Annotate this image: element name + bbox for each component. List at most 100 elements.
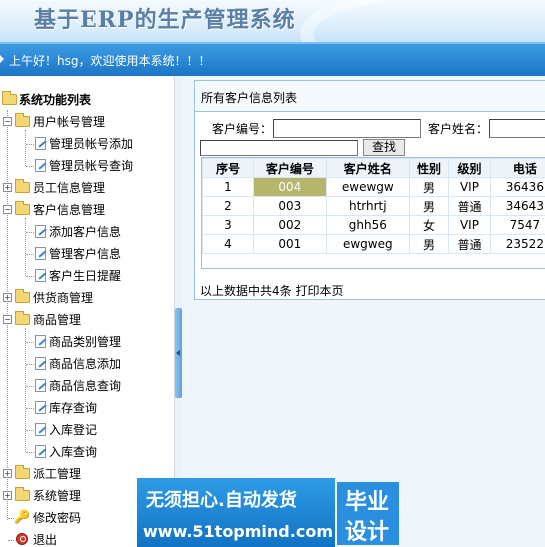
sidebar-item-label: 修改密码 [33, 511, 82, 525]
folder-closed-icon [15, 465, 30, 479]
cell: 普通 [448, 196, 491, 216]
expand-icon: + [3, 183, 12, 192]
page-icon [35, 423, 46, 436]
collapse-icon: − [3, 117, 12, 126]
cell: 36436 [489, 177, 545, 197]
customer-no-input[interactable] [273, 119, 421, 138]
search-form: 客户编号： 客户姓名： 查找 [195, 112, 545, 156]
app-title: 基于ERP的生产管理系统 [34, 7, 296, 33]
folder-closed-icon [15, 289, 30, 303]
app-header: 基于ERP的生产管理系统 [0, 0, 545, 42]
tree-branch [26, 364, 34, 365]
sidebar-item-label: 入库查询 [49, 445, 98, 459]
page-icon [35, 137, 46, 150]
welcome-bar: 上午好！hsg，欢迎使用本系统！！！ [0, 42, 545, 76]
cell: 34643 [489, 196, 545, 216]
tree-branch [26, 276, 34, 277]
cell: 男 [408, 234, 450, 254]
sidebar-item-label: 商品信息查询 [49, 379, 122, 393]
tree-branch [26, 452, 34, 453]
sidebar-group-label: 供货商管理 [33, 291, 94, 305]
cell: 001 [253, 234, 327, 254]
table-row[interactable]: 3 002 ghh56 女 VIP 7547 [202, 215, 545, 235]
customer-list-panel: 所有客户信息列表 客户编号： 客户姓名： 查找 序号 客户编号 客户姓名 性别 … [194, 80, 545, 300]
customer-name-label: 客户姓名： [428, 122, 489, 136]
cell: 3 [202, 215, 254, 235]
sidebar-group-label: 员工信息管理 [33, 181, 106, 195]
sidebar-group-label: 用户帐号管理 [33, 115, 106, 129]
tree-line [25, 218, 26, 276]
folder-closed-icon [15, 487, 30, 501]
customer-table: 序号 客户编号 客户姓名 性别 级别 电话 1 004 ewewgw 男 VIP [201, 157, 545, 269]
table-row[interactable]: 2 003 htrhrtj 男 普通 34643 [202, 196, 545, 216]
sidebar-group-label: 商品管理 [33, 313, 82, 327]
sidebar-item-label: 退出 [33, 533, 58, 547]
tree-branch [26, 408, 34, 409]
folder-closed-icon [15, 179, 30, 193]
sidebar-item-label: 商品类别管理 [49, 335, 122, 349]
tree-root-label: 系统功能列表 [19, 93, 92, 107]
cell: ewewgw [325, 177, 410, 197]
watermark-url: www.51topmind.com [143, 522, 333, 541]
tree-branch [26, 232, 34, 233]
table-row[interactable]: 4 001 ewgweg 男 普通 23522 [202, 234, 545, 254]
sidebar-item-label: 入库登记 [49, 423, 98, 437]
page-icon [35, 401, 46, 414]
watermark-badge: 毕业 设计 [337, 482, 399, 545]
badge-line-2: 设计 [345, 520, 390, 545]
collapse-icon: − [3, 205, 12, 214]
main-content: 所有客户信息列表 客户编号： 客户姓名： 查找 序号 客户编号 客户姓名 性别 … [182, 76, 545, 547]
tree-branch [26, 386, 34, 387]
sidebar-item-label: 客户生日提醒 [49, 269, 122, 283]
col-header: 性别 [408, 158, 450, 178]
power-icon [16, 533, 28, 545]
page-icon [35, 159, 46, 172]
cell: 002 [253, 215, 327, 235]
col-header: 序号 [202, 158, 254, 178]
sidebar-group-label: 系统管理 [33, 489, 82, 503]
col-header: 客户编号 [253, 158, 327, 178]
search-button[interactable]: 查找 [363, 139, 405, 156]
sidebar-group-label: 派工管理 [33, 467, 82, 481]
cell: htrhrtj [325, 196, 410, 216]
welcome-arrow-icon [0, 55, 4, 63]
cell: 1 [202, 177, 254, 197]
cell: ewgweg [325, 234, 410, 254]
sidebar-item-label: 管理员帐号查询 [49, 159, 134, 173]
panel-header: 所有客户信息列表 [195, 81, 545, 112]
cell: VIP [448, 177, 491, 197]
badge-line-1: 毕业 [345, 490, 390, 515]
cell: 003 [253, 196, 327, 216]
page-icon [35, 445, 46, 458]
page-icon [35, 247, 46, 260]
folder-open-icon [2, 91, 17, 105]
page-icon [35, 379, 46, 392]
cell: 23522 [489, 234, 545, 254]
sidebar-splitter[interactable] [175, 76, 182, 547]
collapse-sidebar-toggle[interactable] [175, 308, 182, 398]
sidebar-item-label: 添加客户信息 [49, 225, 122, 239]
table-row[interactable]: 1 004 ewewgw 男 VIP 36436 [202, 177, 545, 197]
cell: ghh56 [325, 215, 410, 235]
col-header: 客户姓名 [325, 158, 410, 178]
expand-icon: + [3, 293, 12, 302]
tree-branch [26, 430, 34, 431]
col-header: 级别 [448, 158, 491, 178]
cell: 7547 [489, 215, 545, 235]
extra-search-input[interactable] [200, 140, 358, 156]
tree-branch [26, 144, 34, 145]
expand-icon: + [3, 491, 12, 500]
tree-line [25, 130, 26, 166]
cell: 男 [408, 196, 450, 216]
header-decoration [300, 0, 545, 42]
page-icon [35, 269, 46, 282]
cell: 2 [202, 196, 254, 216]
folder-open-icon [15, 201, 30, 215]
panel-title: 所有客户信息列表 [201, 91, 298, 105]
welcome-text: 上午好！hsg，欢迎使用本系统！！！ [9, 54, 211, 68]
sidebar-item-label: 商品信息添加 [49, 357, 122, 371]
customer-name-input[interactable] [489, 119, 545, 138]
cell: 普通 [448, 234, 491, 254]
tree-branch [8, 540, 14, 541]
folder-open-icon [15, 113, 30, 127]
